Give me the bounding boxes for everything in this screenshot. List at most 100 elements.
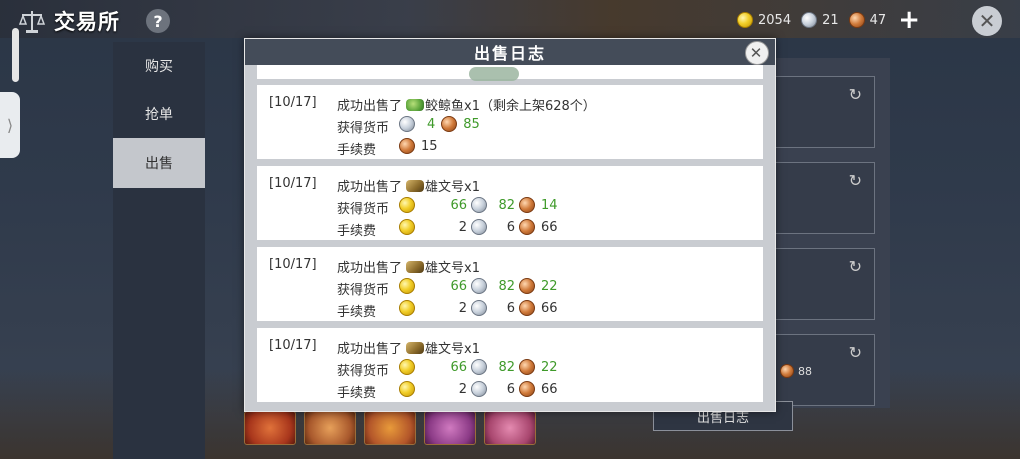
sold-prefix: 成功出售了 (337, 180, 403, 195)
log-entry: [10/17] 成功出售了 鲛鲸鱼x1（剩余上架628个） 获得货币 4 85 … (257, 85, 763, 159)
sell-slot[interactable]: ↻ (775, 76, 875, 148)
log-entry-partial (257, 65, 763, 81)
fee-values: 2 6 66 (399, 300, 558, 316)
inventory-item[interactable] (484, 411, 536, 445)
gold-coin-icon (399, 300, 415, 316)
fish-icon (406, 98, 425, 111)
earned-silver: 82 (498, 359, 515, 375)
earned-gold: 66 (450, 278, 467, 294)
copper-coin-icon (519, 359, 535, 375)
log-entry: [10/17] 成功出售了 雄文号x1 获得货币 66 82 22 手续费 2 … (257, 328, 763, 402)
side-tab-list: 购买 抢单 出售 (113, 42, 205, 459)
copper-coin-icon (780, 364, 794, 378)
fee-silver: 6 (506, 300, 515, 316)
inventory-item[interactable] (304, 411, 356, 445)
tab-sell-label: 出售 (145, 156, 173, 172)
earned-copper: 22 (541, 278, 558, 294)
dialog-title: 出售日志 (473, 44, 546, 63)
question-icon: ? (153, 11, 163, 31)
add-currency-button[interactable]: + (898, 7, 920, 33)
inventory-item[interactable] (424, 411, 476, 445)
earned-label: 获得货币 (337, 202, 390, 217)
copper-coin-icon (848, 12, 865, 28)
earned-values: 66 82 22 (399, 278, 558, 294)
close-exchange-button[interactable]: ✕ (972, 6, 1002, 36)
earned-label: 获得货币 (337, 121, 390, 136)
dialog-close-button[interactable]: ✕ (745, 41, 769, 65)
gold-coin-icon (399, 359, 415, 375)
earned-silver: 82 (498, 197, 515, 213)
silver-currency: 21 (801, 12, 839, 28)
gold-coin-icon (737, 12, 754, 28)
fee-silver: 6 (506, 381, 515, 397)
chevron-right-icon: ⟩ (6, 115, 14, 135)
earned-silver: 4 (427, 116, 436, 132)
banner-icon (406, 260, 425, 273)
log-sold-line: 成功出售了 鲛鲸鱼x1（剩余上架628个） (337, 95, 596, 114)
inventory-item[interactable] (364, 411, 416, 445)
fee-label: 手续费 (337, 305, 377, 320)
sold-prefix: 成功出售了 (337, 342, 403, 357)
log-date: [10/17] (269, 257, 317, 272)
sell-slot[interactable]: ↻ (775, 248, 875, 320)
refresh-icon[interactable]: ↻ (849, 171, 862, 190)
refresh-icon[interactable]: ↻ (849, 257, 862, 276)
tab-grab-order-label: 抢单 (145, 107, 173, 123)
copper-coin-icon (519, 278, 535, 294)
silver-amount: 21 (822, 12, 839, 28)
fee-label: 手续费 (337, 143, 377, 158)
inventory-item[interactable] (244, 411, 296, 445)
sell-log-dialog: 出售日志 ✕ [10/17] 成功出售了 鲛鲸鱼x1（剩余上架628个） 获得货… (244, 38, 776, 412)
earned-values: 66 82 22 (399, 359, 558, 375)
refresh-icon[interactable]: ↻ (849, 85, 862, 104)
gold-coin-icon (399, 219, 415, 235)
gold-coin-icon (399, 381, 415, 397)
help-button[interactable]: ? (146, 9, 170, 33)
tab-buy[interactable]: 购买 (113, 42, 205, 90)
balance-scale-icon (18, 7, 46, 35)
sell-slot[interactable]: ↻ (775, 162, 875, 234)
silver-coin-icon (471, 219, 487, 235)
slot-price-value: 88 (798, 364, 812, 378)
silver-coin-icon (471, 381, 487, 397)
close-icon: ✕ (978, 9, 996, 33)
fee-gold: 2 (458, 219, 467, 235)
earned-values: 66 82 14 (399, 197, 558, 213)
earned-copper: 85 (463, 116, 480, 132)
silver-coin-icon (471, 197, 487, 213)
copper-coin-icon (399, 138, 415, 154)
fee-silver: 6 (506, 219, 515, 235)
log-date: [10/17] (269, 95, 317, 110)
gold-coin-icon (399, 278, 415, 294)
gold-currency: 2054 (737, 12, 791, 28)
log-sold-line: 成功出售了 雄文号x1 (337, 257, 480, 276)
sold-prefix: 成功出售了 (337, 99, 403, 114)
sell-log-list[interactable]: [10/17] 成功出售了 鲛鲸鱼x1（剩余上架628个） 获得货币 4 85 … (257, 65, 763, 411)
sold-item: 鲛鲸鱼x1（剩余上架628个） (425, 99, 596, 114)
log-sold-line: 成功出售了 雄文号x1 (337, 176, 480, 195)
earned-silver: 82 (498, 278, 515, 294)
silver-coin-icon (471, 300, 487, 316)
log-date: [10/17] (269, 338, 317, 353)
sold-item: 雄文号x1 (425, 180, 480, 195)
earned-label: 获得货币 (337, 283, 390, 298)
sold-item: 雄文号x1 (425, 342, 480, 357)
fee-gold: 2 (458, 300, 467, 316)
title-group: 交易所 ? (18, 6, 170, 36)
banner-icon (406, 341, 425, 354)
fee-gold: 2 (458, 381, 467, 397)
expand-side-drawer-button[interactable]: ⟩ (0, 92, 20, 158)
copper-coin-icon (519, 381, 535, 397)
earned-copper: 14 (541, 197, 558, 213)
banner-icon (406, 179, 425, 192)
currency-bar: 2054 21 47 + (737, 7, 920, 33)
log-entry: [10/17] 成功出售了 雄文号x1 获得货币 66 82 22 手续费 2 … (257, 247, 763, 321)
refresh-icon[interactable]: ↻ (849, 343, 862, 362)
silver-coin-icon (399, 116, 415, 132)
fee-copper: 66 (541, 381, 558, 397)
tab-grab-order[interactable]: 抢单 (113, 90, 205, 138)
tab-sell[interactable]: 出售 (113, 138, 205, 188)
silver-coin-icon (801, 12, 818, 28)
copper-coin-icon (519, 300, 535, 316)
dialog-header: 出售日志 ✕ (245, 39, 775, 65)
